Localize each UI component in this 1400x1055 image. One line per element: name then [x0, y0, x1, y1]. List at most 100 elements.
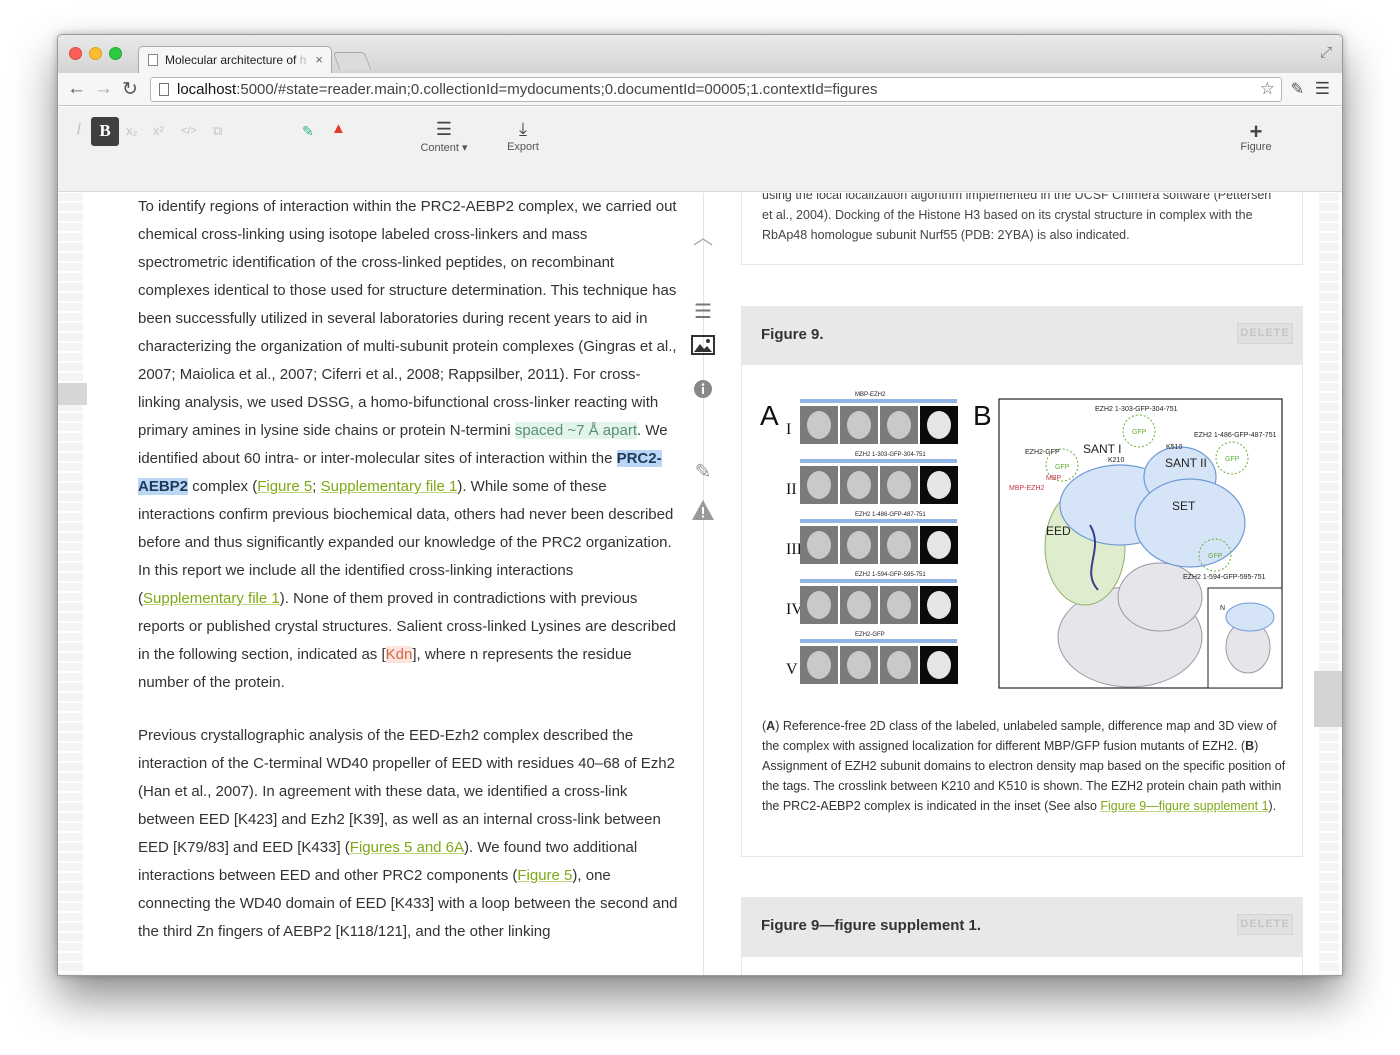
particle-density: [927, 651, 951, 679]
delete-figure-button[interactable]: DELETE: [1237, 323, 1293, 344]
figure-5-link[interactable]: Figure 5: [517, 867, 572, 884]
particle-density: [887, 471, 911, 499]
superscript-button[interactable]: x²: [153, 123, 164, 138]
particle-density: [807, 531, 831, 559]
text-run: ;: [312, 478, 321, 495]
figure-9-caption: (A) Reference-free 2D class of the label…: [762, 716, 1287, 816]
bold-button[interactable]: B: [91, 117, 119, 146]
row-numeral: I: [786, 421, 791, 438]
pencil-icon[interactable]: ✎: [302, 123, 314, 140]
navigation-bar: ← → ↻ localhost:5000/#state=reader.main;…: [58, 73, 1342, 106]
tab-close-icon[interactable]: ×: [315, 52, 323, 67]
reload-icon[interactable]: ↻: [122, 78, 138, 101]
minimize-window-button[interactable]: [89, 47, 102, 60]
add-figure-button[interactable]: + Figure: [1234, 119, 1278, 153]
tab-title-fade: h: [299, 53, 307, 67]
bookmark-star-icon[interactable]: ☆: [1260, 79, 1275, 99]
figures-panel: using the local localization algorithm i…: [741, 193, 1303, 975]
chevron-up-icon[interactable]: ︿: [689, 221, 717, 250]
figure-9-supplement-body: [741, 956, 1303, 975]
figure-9-image[interactable]: A B MBP-EZH2 I EZH2 1-303-GFP-304-751 II EZH…: [760, 385, 1285, 710]
forward-icon[interactable]: →: [94, 78, 113, 100]
browser-tab[interactable]: Molecular architecture of h ×: [138, 46, 332, 74]
export-button[interactable]: ⤓ Export: [501, 119, 545, 153]
panel-b-label: B: [973, 400, 992, 431]
figure-9-body: A B MBP-EZH2 I EZH2 1-303-GFP-304-751 II EZH…: [741, 365, 1303, 857]
subscript-button[interactable]: x₂: [126, 123, 138, 138]
article-paragraph: To identify regions of interaction withi…: [138, 193, 678, 697]
image-icon[interactable]: [689, 335, 717, 360]
editor-toolbar: I B x₂ x² </> ⧉ ✎ ▲ ☰ Content ▾ ⤓ Export…: [58, 107, 1342, 192]
particle-density: [887, 591, 911, 619]
code-button[interactable]: </>: [181, 125, 197, 137]
particle-density: [847, 471, 871, 499]
construct-label: MBP-EZH2: [855, 392, 886, 398]
scrollbar-track[interactable]: [1319, 193, 1339, 975]
particle-density: [847, 591, 871, 619]
particle-density: [807, 471, 831, 499]
supplementary-file-1-link[interactable]: Supplementary file 1: [321, 478, 458, 495]
particle-density: [847, 651, 871, 679]
info-icon[interactable]: [689, 379, 717, 404]
content-menu-button[interactable]: ☰ Content ▾: [418, 119, 470, 154]
gutter-marker[interactable]: [58, 383, 87, 405]
supplementary-file-1-link[interactable]: Supplementary file 1: [143, 590, 280, 607]
pencil-icon[interactable]: ✎: [689, 459, 717, 484]
warning-icon[interactable]: [689, 499, 717, 526]
page-icon: [148, 54, 158, 66]
annotation-highlight[interactable]: spaced ~7 Å apart: [514, 422, 637, 439]
back-icon[interactable]: ←: [67, 78, 86, 100]
fullscreen-icon[interactable]: ⤢: [1320, 44, 1332, 61]
map-label: GFP: [1208, 553, 1223, 560]
map-label: EZH2 1-594-GFP-595-751: [1183, 574, 1266, 581]
map-label: SET: [1172, 499, 1196, 513]
row-numeral: V: [786, 661, 798, 678]
particle-density: [847, 411, 871, 439]
url-host: localhost: [177, 81, 237, 98]
close-window-button[interactable]: [69, 47, 82, 60]
scrollbar-thumb[interactable]: [1314, 671, 1342, 727]
menu-icon[interactable]: ☰: [1315, 79, 1330, 99]
map-label: EZH2 1-486-GFP-487-751: [1194, 432, 1277, 439]
particle-density: [887, 531, 911, 559]
construct-bar: [800, 639, 957, 643]
page-icon: [159, 83, 169, 96]
wrench-icon[interactable]: ✎: [1291, 79, 1304, 99]
map-label: MBP: [1046, 475, 1062, 482]
particle-density: [847, 531, 871, 559]
caption-panel-b: B: [1245, 739, 1255, 753]
construct-bar: [800, 399, 957, 403]
figures-5-6a-link[interactable]: Figures 5 and 6A: [350, 839, 464, 856]
particle-density: [807, 651, 831, 679]
caption-text: ).: [1268, 799, 1277, 813]
map-label: SANT II: [1165, 456, 1207, 470]
map-label: K510: [1166, 444, 1182, 451]
article-paragraph: Previous crystallographic analysis of th…: [138, 722, 678, 946]
address-bar[interactable]: localhost:5000/#state=reader.main;0.coll…: [150, 77, 1282, 102]
figure-supplement-link[interactable]: Figure 9—figure supplement 1: [1100, 799, 1268, 813]
construct-bar: [800, 579, 957, 583]
figure-label: Figure 9—figure supplement 1.: [761, 917, 982, 934]
paragraph-icon[interactable]: ☰: [689, 299, 717, 324]
particle-density: [927, 411, 951, 439]
italic-button[interactable]: I: [76, 121, 81, 139]
new-tab-button[interactable]: [332, 52, 372, 70]
article-text[interactable]: To identify regions of interaction withi…: [138, 193, 678, 975]
link-button[interactable]: ⧉: [213, 123, 222, 139]
particle-density: [927, 471, 951, 499]
construct-bar: [800, 519, 957, 523]
maximize-window-button[interactable]: [109, 47, 122, 60]
tab-title: Molecular architecture of: [165, 53, 300, 67]
figure-5-link[interactable]: Figure 5: [257, 478, 312, 495]
map-label: GFP: [1225, 456, 1240, 463]
map-label: N: [1220, 605, 1225, 612]
figure-caption-card: using the local localization algorithm i…: [741, 193, 1303, 265]
delete-figure-button[interactable]: DELETE: [1237, 914, 1293, 935]
map-label: EZH2-GFP: [1025, 449, 1060, 456]
warning-icon[interactable]: ▲: [331, 120, 346, 137]
map-label: EZH2 1-303-GFP-304-751: [1095, 406, 1178, 413]
left-gutter: [58, 193, 83, 975]
construct-label: EZH2 1-303-GFP-304-751: [855, 452, 926, 458]
particle-density: [807, 591, 831, 619]
error-annotation[interactable]: Kdn: [385, 646, 413, 663]
